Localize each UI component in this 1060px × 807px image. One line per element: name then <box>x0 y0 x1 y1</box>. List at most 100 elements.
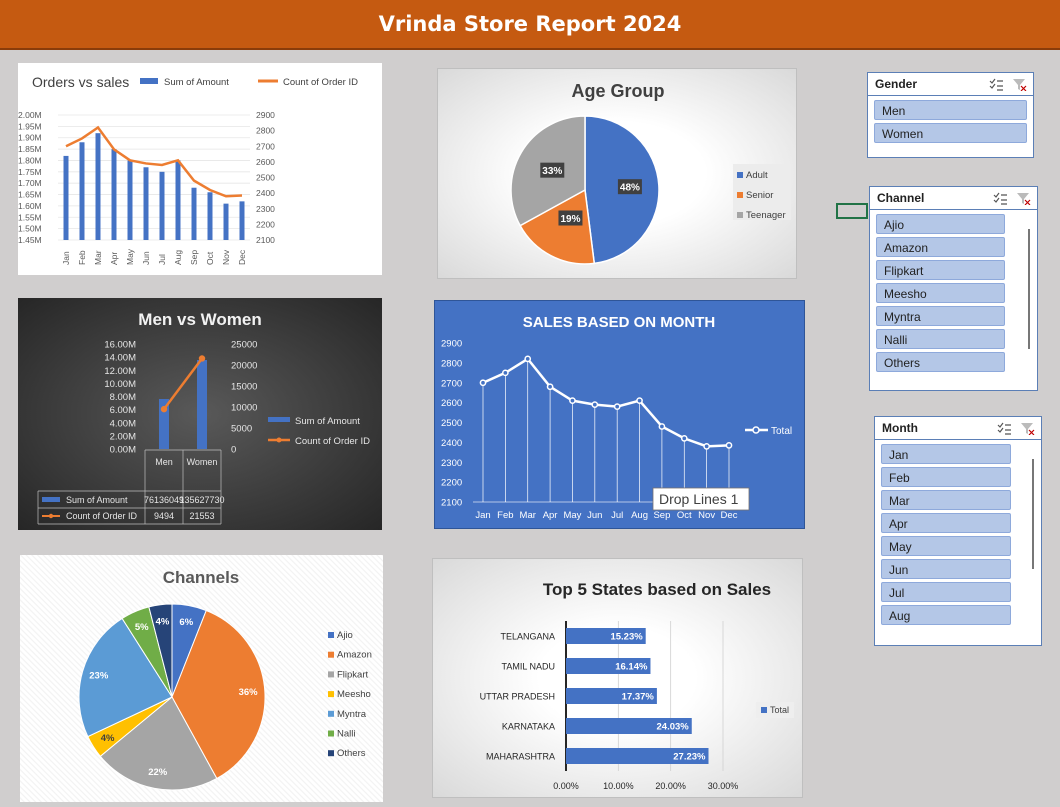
line-marker <box>524 355 532 363</box>
selection-handle[interactable] <box>836 203 868 219</box>
multi-select-icon[interactable] <box>993 192 1008 205</box>
slicer-item-amazon[interactable]: Amazon <box>876 237 1005 257</box>
line-marker <box>680 435 688 442</box>
x-tick-label: 30.00% <box>708 781 739 791</box>
slicer-item-ajio[interactable]: Ajio <box>876 214 1005 234</box>
x-tick-label: Mar <box>93 250 103 265</box>
line-marker <box>198 355 206 362</box>
legend-label: Adult <box>746 170 768 181</box>
bar-sum-of-amount <box>191 187 197 240</box>
x-tick-label: Jun <box>141 251 151 265</box>
clear-filter-icon[interactable] <box>1016 192 1031 205</box>
scrollbar-thumb[interactable] <box>1032 459 1034 569</box>
slicer-item-men[interactable]: Men <box>874 100 1027 120</box>
channel-slicer[interactable]: Channel Ajio Amazon Flipkart Meesho Myntra Na… <box>869 186 1038 391</box>
data-label: 16.14% <box>615 662 648 673</box>
channels-chart[interactable]: Channels 6% 36% 22% 4% 23% 5% 4% Ajio Amazon Fli… <box>20 555 383 802</box>
legend-swatch <box>328 691 334 698</box>
slicer-header: Channel <box>870 187 1037 210</box>
data-label: 15.23% <box>610 632 643 643</box>
month-slicer[interactable]: Month Jan Feb Mar Apr May Jun Jul Aug <box>874 416 1042 646</box>
left-tick-label: 1.75M <box>18 167 42 177</box>
line-marker <box>725 442 733 449</box>
left-tick-label: 10.00M <box>104 379 136 390</box>
x-tick-label: Jan <box>475 510 490 521</box>
legend-swatch <box>737 172 743 178</box>
left-tick-label: 1.45M <box>18 235 42 245</box>
line-marker <box>479 379 487 387</box>
slicer-item-jul[interactable]: Jul <box>881 582 1011 602</box>
x-tick-label: Aug <box>631 510 648 521</box>
legend-swatch <box>328 730 334 737</box>
y-tick-label: 2300 <box>441 458 462 469</box>
left-tick-label: 1.65M <box>18 190 42 200</box>
age-group-chart[interactable]: Age Group 48% 19% 33% Adult Senior Teenager <box>437 68 797 279</box>
table-row-label-amount: Sum of Amount <box>66 495 128 505</box>
top-states-chart[interactable]: Top 5 States based on Sales 15.23% 16.14%… <box>432 558 803 798</box>
slicer-item-myntra[interactable]: Myntra <box>876 306 1005 326</box>
slicer-header: Month <box>875 417 1041 440</box>
slicer-item-aug[interactable]: Aug <box>881 605 1011 625</box>
left-tick-label: 1.90M <box>18 133 42 143</box>
left-tick-label: 14.00M <box>104 353 136 364</box>
table-col-men: Men <box>155 457 173 467</box>
scrollbar[interactable] <box>1027 217 1031 385</box>
scrollbar[interactable] <box>1031 447 1035 642</box>
left-tick-label: 1.55M <box>18 212 42 222</box>
right-tick-label: 20000 <box>231 361 257 372</box>
legend-swatch <box>328 671 334 678</box>
slicer-item-nalli[interactable]: Nalli <box>876 329 1005 349</box>
x-tick-label: 10.00% <box>603 781 634 791</box>
x-tick-label: Jul <box>157 254 167 265</box>
y-tick-label: 2800 <box>441 358 462 369</box>
clear-filter-icon[interactable] <box>1020 422 1035 435</box>
legend-label: Amazon <box>337 650 372 661</box>
x-tick-label: Jun <box>587 510 602 521</box>
men-vs-women-svg: Men vs Women 16.00M 14.00M 12.00M 10.00M 8.0… <box>37 310 370 525</box>
report-title: Vrinda Store Report 2024 <box>378 12 682 36</box>
data-label: 17.37% <box>622 692 655 703</box>
data-label: 23% <box>89 671 109 682</box>
slicer-item-jun[interactable]: Jun <box>881 559 1011 579</box>
slicer-item-mar[interactable]: Mar <box>881 490 1011 510</box>
left-tick-label: 1.50M <box>18 224 42 234</box>
slicer-item-flipkart[interactable]: Flipkart <box>876 260 1005 280</box>
bar-sum-of-amount <box>63 155 69 240</box>
data-label: 27.23% <box>673 752 706 763</box>
left-tick-label: 8.00M <box>110 392 136 403</box>
multi-select-icon[interactable] <box>997 422 1012 435</box>
scrollbar-thumb[interactable] <box>1028 229 1030 349</box>
x-tick-label: 0.00% <box>553 781 579 791</box>
chart-title: Orders vs sales <box>32 74 129 90</box>
line-marker <box>658 423 666 430</box>
clear-filter-icon[interactable] <box>1012 78 1027 91</box>
tooltip-text: Drop Lines 1 <box>659 491 739 507</box>
multi-select-icon[interactable] <box>989 78 1004 91</box>
slicer-item-jan[interactable]: Jan <box>881 444 1011 464</box>
right-tick-label: 2600 <box>256 157 275 167</box>
bar-sum-of-amount <box>175 160 181 240</box>
x-tick-label: Oct <box>677 510 692 521</box>
slicer-item-others[interactable]: Others <box>876 352 1005 372</box>
right-tick-label: 25000 <box>231 340 257 351</box>
orders-vs-sales-chart[interactable]: Orders vs sales Sum of Amount Count of O… <box>18 63 382 275</box>
table-cell: 76136049 <box>144 495 184 505</box>
left-tick-label: 1.95M <box>18 121 42 131</box>
sales-based-on-month-chart[interactable]: SALES BASED ON MONTH 2900 2800 2700 2600 250… <box>434 300 805 529</box>
legend-label-total: Total <box>771 426 792 437</box>
slicer-item-may[interactable]: May <box>881 536 1011 556</box>
right-tick-label: 2700 <box>256 141 275 151</box>
legend-label-count: Count of Order ID <box>295 436 370 447</box>
legend-swatch-amount <box>140 78 158 84</box>
slicer-item-women[interactable]: Women <box>874 123 1027 143</box>
slicer-item-feb[interactable]: Feb <box>881 467 1011 487</box>
legend-marker <box>752 426 760 434</box>
right-tick-label: 2900 <box>256 110 275 120</box>
men-vs-women-chart[interactable]: Men vs Women 16.00M 14.00M 12.00M 10.00M 8.0… <box>18 298 382 530</box>
slicer-title: Month <box>882 421 918 435</box>
line-marker <box>636 397 643 404</box>
slicer-item-meesho[interactable]: Meesho <box>876 283 1005 303</box>
gender-slicer[interactable]: Gender Men Women <box>867 72 1034 158</box>
slicer-item-apr[interactable]: Apr <box>881 513 1011 533</box>
bar-sum-of-amount <box>207 192 213 240</box>
